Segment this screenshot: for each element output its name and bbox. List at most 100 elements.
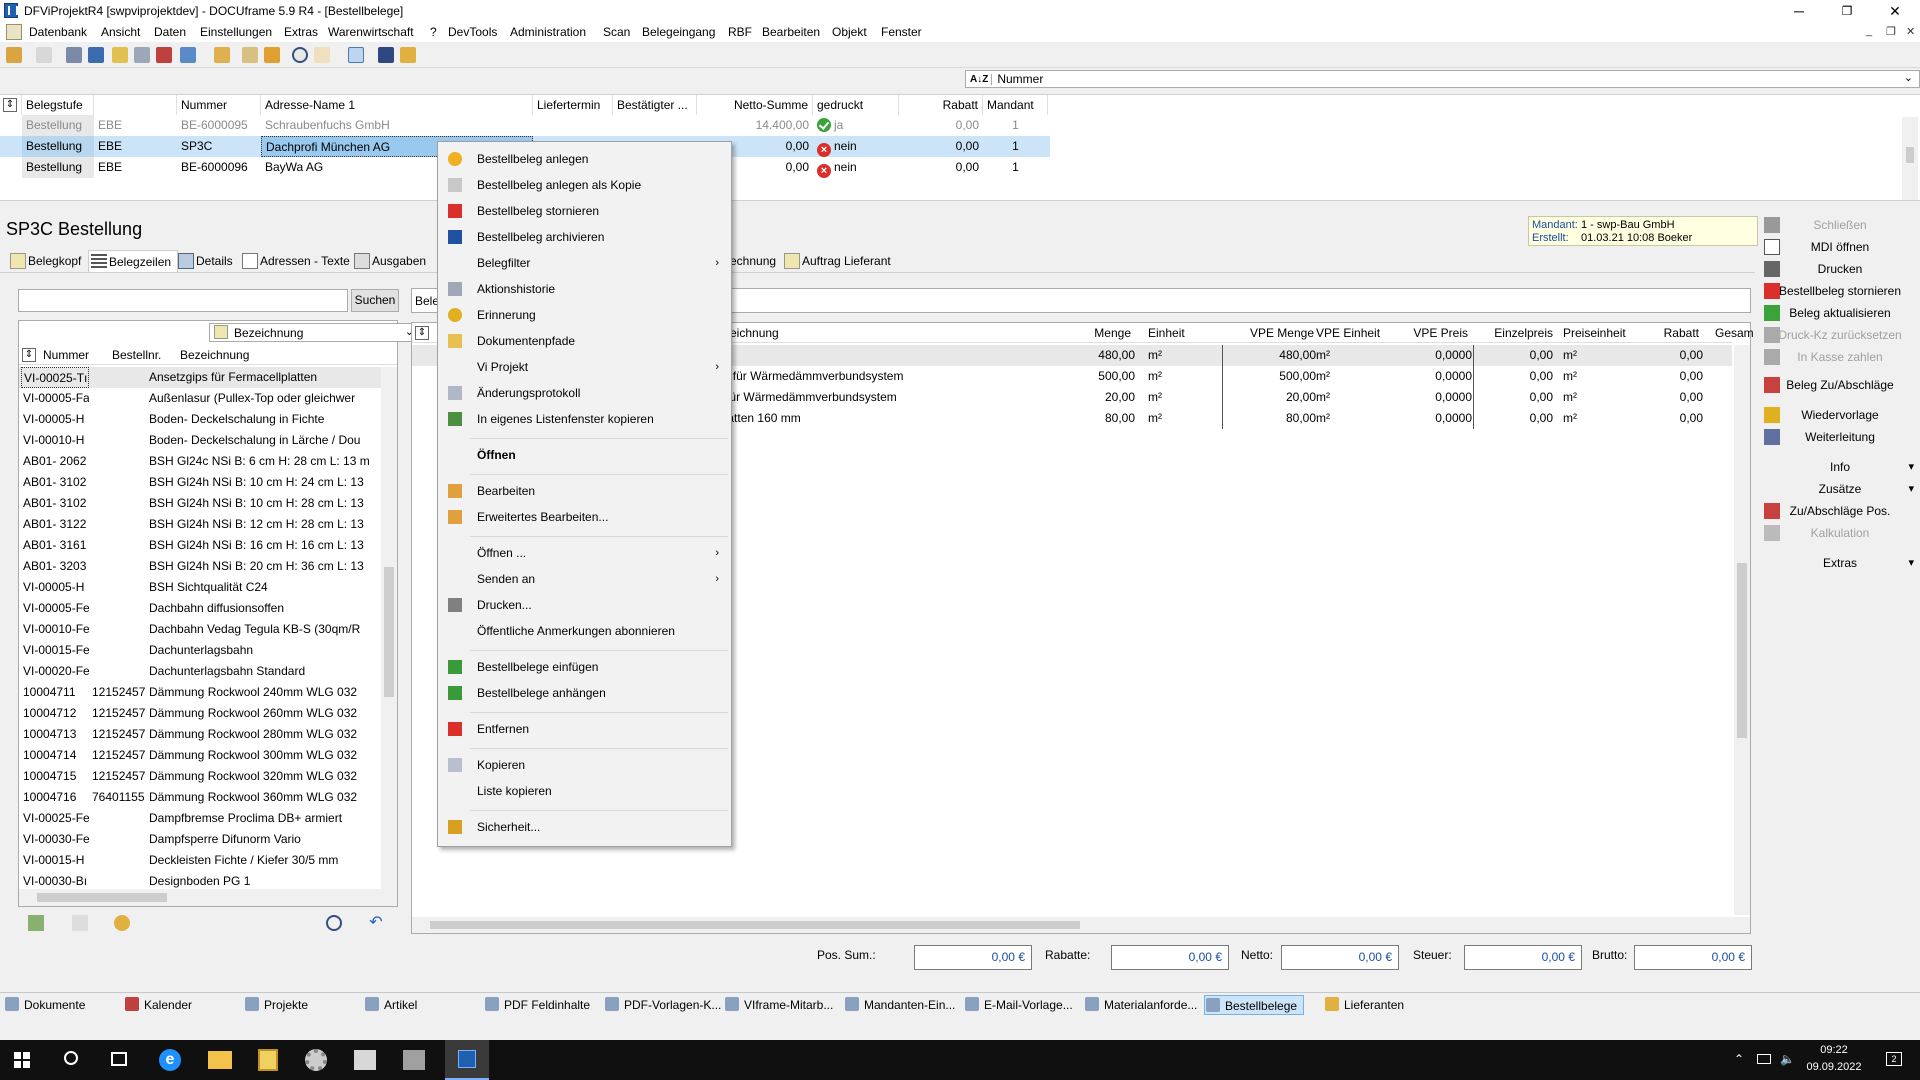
- menu-extras[interactable]: Extras: [284, 25, 318, 39]
- menu-rbf[interactable]: RBF: [728, 25, 752, 39]
- mdi-close-button[interactable]: ✕: [1906, 25, 1915, 38]
- menu-item-bestellbelege-anhängen[interactable]: Bestellbelege anhängen: [440, 682, 729, 705]
- list-item[interactable]: 10004713 1215245789 Dämmung Rockwool 280mm…: [19, 724, 381, 745]
- menu-item-öffentliche-anmerkungen-abonnieren[interactable]: Öffentliche Anmerkungen abonnieren: [440, 620, 729, 643]
- menu-item-entfernen[interactable]: Entfernen: [440, 718, 729, 741]
- sidebar-item-zu-abschläge-pos-[interactable]: Zu/Abschläge Pos.: [1760, 500, 1920, 522]
- list-item[interactable]: VI-00005-Fe Dachbahn diffusionsoffen: [19, 598, 381, 619]
- window-tab-0[interactable]: Dokumente: [4, 995, 85, 1015]
- col-einheit[interactable]: Einheit: [1148, 326, 1185, 340]
- list-item[interactable]: 10004715 1215245791 Dämmung Rockwool 320mm…: [19, 766, 381, 787]
- add-article-icon[interactable]: [28, 915, 44, 931]
- menu-item-bestellbeleg-anlegen-als-kopie[interactable]: Bestellbeleg anlegen als Kopie: [440, 174, 729, 197]
- sidebar-item-info[interactable]: Info ▾: [1760, 456, 1920, 478]
- clock-time[interactable]: 09:22: [1806, 1044, 1862, 1056]
- vertical-scrollbar[interactable]: [1902, 117, 1918, 201]
- list-item[interactable]: VI-00020-Fe Dachunterlagsbahn Standard: [19, 661, 381, 682]
- window-tab-6[interactable]: VIframe-Mitarb...: [724, 995, 833, 1015]
- folder-new-icon[interactable]: [214, 47, 230, 63]
- tag-icon[interactable]: [72, 915, 88, 931]
- sidebar-item-drucken[interactable]: Drucken: [1760, 258, 1920, 280]
- col-netto[interactable]: Netto-Summe: [697, 95, 813, 115]
- menu-item-belegfilter[interactable]: Belegfilter ›: [440, 252, 729, 275]
- maximize-button[interactable]: ❐: [1824, 0, 1870, 22]
- menu-item-bestellbeleg-anlegen[interactable]: Bestellbeleg anlegen: [440, 148, 729, 171]
- network-icon[interactable]: [1757, 1054, 1771, 1064]
- window-tab-11[interactable]: Lieferanten: [1324, 995, 1404, 1015]
- tab-belegzeilen[interactable]: Belegzeilen: [88, 250, 179, 272]
- menu-item-sicherheit[interactable]: Sicherheit...: [440, 816, 729, 839]
- mdi-minimize-button[interactable]: _: [1866, 25, 1872, 37]
- windows-start-icon[interactable]: [14, 1052, 30, 1068]
- table-row[interactable]: Bestellung EBE BE-6000095 Schraubenfuchs…: [0, 115, 1050, 136]
- tools-icon[interactable]: [378, 47, 394, 63]
- list-item[interactable]: VI-00025-Fe Dampfbremse Proclima DB+ armi…: [19, 808, 381, 829]
- menu-item-senden-an[interactable]: Senden an ›: [440, 568, 729, 591]
- mdi-restore-button[interactable]: ❐: [1886, 25, 1896, 38]
- open-icon[interactable]: [6, 47, 22, 63]
- list-item[interactable]: AB01- 2062 BSH Gl24c NSi B: 6 cm H: 28 cm…: [19, 451, 381, 472]
- window-tab-1[interactable]: Kalender: [124, 995, 192, 1015]
- menu-item-bestellbeleg-archivieren[interactable]: Bestellbeleg archivieren: [440, 226, 729, 249]
- window-tab-5[interactable]: PDF-Vorlagen-K...: [604, 995, 721, 1015]
- col-gedruckt[interactable]: gedruckt: [813, 95, 899, 115]
- clock-date[interactable]: 09.09.2022: [1806, 1061, 1862, 1073]
- menu-item-in-eigenes-listenfenster-kopieren[interactable]: In eigenes Listenfenster kopieren: [440, 408, 729, 431]
- menu-daten[interactable]: Daten: [154, 25, 186, 39]
- sidebar-item-mdi-öffnen[interactable]: MDI öffnen: [1760, 236, 1920, 258]
- list-item[interactable]: AB01- 3102 BSH Gl24h NSi B: 10 cm H: 28 c…: [19, 493, 381, 514]
- tab-details[interactable]: Details: [176, 250, 233, 272]
- list-item[interactable]: VI-00010-H Boden- Deckelschalung in Lärch…: [19, 430, 381, 451]
- list-item[interactable]: VI-00010-Fe Dachbahn Vedag Tegula KB-S (3…: [19, 619, 381, 640]
- pos-sum-field[interactable]: 0,00 €: [914, 945, 1032, 970]
- column-icon[interactable]: [180, 47, 196, 63]
- print-preview-icon[interactable]: [36, 47, 52, 63]
- list-item[interactable]: AB01- 3161 BSH Gl24h NSi B: 16 cm H: 16 c…: [19, 535, 381, 556]
- menu-item-liste-kopieren[interactable]: Liste kopieren: [440, 780, 729, 803]
- menu-item-vi-projekt[interactable]: Vi Projekt ›: [440, 356, 729, 379]
- filter-icon[interactable]: [314, 47, 330, 63]
- sidebar-item-extras[interactable]: Extras ▾: [1760, 552, 1920, 574]
- sidebar-item-schließen[interactable]: Schließen: [1760, 214, 1920, 236]
- col-belegstufe[interactable]: Belegstufe: [22, 95, 94, 115]
- col-mandant[interactable]: Mandant: [983, 95, 1048, 115]
- tab-belegkopf[interactable]: Belegkopf: [8, 250, 81, 272]
- gear-icon[interactable]: [114, 915, 130, 931]
- list-icon[interactable]: [88, 47, 104, 63]
- col-bestellnr[interactable]: Bestellnr.: [112, 348, 161, 362]
- document-menu-icon[interactable]: [6, 24, 22, 40]
- menu-item-bestellbelege-einfügen[interactable]: Bestellbelege einfügen: [440, 656, 729, 679]
- list-item[interactable]: VI-00005-Fa Außenlasur (Pullex-Top oder g…: [19, 388, 381, 409]
- col-bezeichnung[interactable]: Bezeichnung: [180, 348, 249, 362]
- horizontal-scrollbar[interactable]: [0, 200, 1920, 206]
- vertical-scrollbar[interactable]: [381, 367, 397, 889]
- search-icon[interactable]: [64, 1051, 78, 1065]
- tab-auftrag-lieferant[interactable]: Auftrag Lieferant: [782, 250, 891, 272]
- window-tab-2[interactable]: Projekte: [244, 995, 308, 1015]
- card-icon[interactable]: [66, 47, 82, 63]
- col-liefertermin[interactable]: Liefertermin: [533, 95, 613, 115]
- sort-selector[interactable]: A↓Z Nummer ⌄: [965, 70, 1920, 88]
- menu-item-erinnerung[interactable]: Erinnerung: [440, 304, 729, 327]
- menu-bearbeiten[interactable]: Bearbeiten: [762, 25, 820, 39]
- menu-help[interactable]: ?: [430, 25, 437, 39]
- layout-icon[interactable]: [348, 47, 364, 63]
- search-button[interactable]: Suchen: [351, 289, 399, 312]
- menu-item-kopieren[interactable]: Kopieren: [440, 754, 729, 777]
- menu-item-änderungsprotokoll[interactable]: Änderungsprotokoll: [440, 382, 729, 405]
- sidebar-item-wiedervorlage[interactable]: Wiedervorlage: [1760, 404, 1920, 426]
- file-explorer-icon[interactable]: [208, 1051, 232, 1069]
- window-tab-4[interactable]: PDF Feldinhalte: [484, 995, 590, 1015]
- sidebar-item-beleg-zu-abschläge[interactable]: Beleg Zu/Abschläge: [1760, 374, 1920, 396]
- col-nummer[interactable]: Nummer: [177, 95, 261, 115]
- menu-item-aktionshistorie[interactable]: Aktionshistorie: [440, 278, 729, 301]
- list-item[interactable]: VI-00005-H Boden- Deckelschalung in Ficht…: [19, 409, 381, 430]
- menu-einstellungen[interactable]: Einstellungen: [200, 25, 272, 39]
- calendar-icon[interactable]: [156, 47, 172, 63]
- edge-icon[interactable]: e: [159, 1049, 181, 1071]
- docuframe-taskbar-button[interactable]: [445, 1040, 489, 1080]
- col-gesamt[interactable]: Gesam: [1715, 326, 1754, 340]
- chevron-up-icon[interactable]: ⌃: [1734, 1052, 1744, 1066]
- row-resize-icon[interactable]: ⇕: [415, 326, 429, 340]
- list-item[interactable]: VI-00005-H BSH Sichtqualität C24: [19, 577, 381, 598]
